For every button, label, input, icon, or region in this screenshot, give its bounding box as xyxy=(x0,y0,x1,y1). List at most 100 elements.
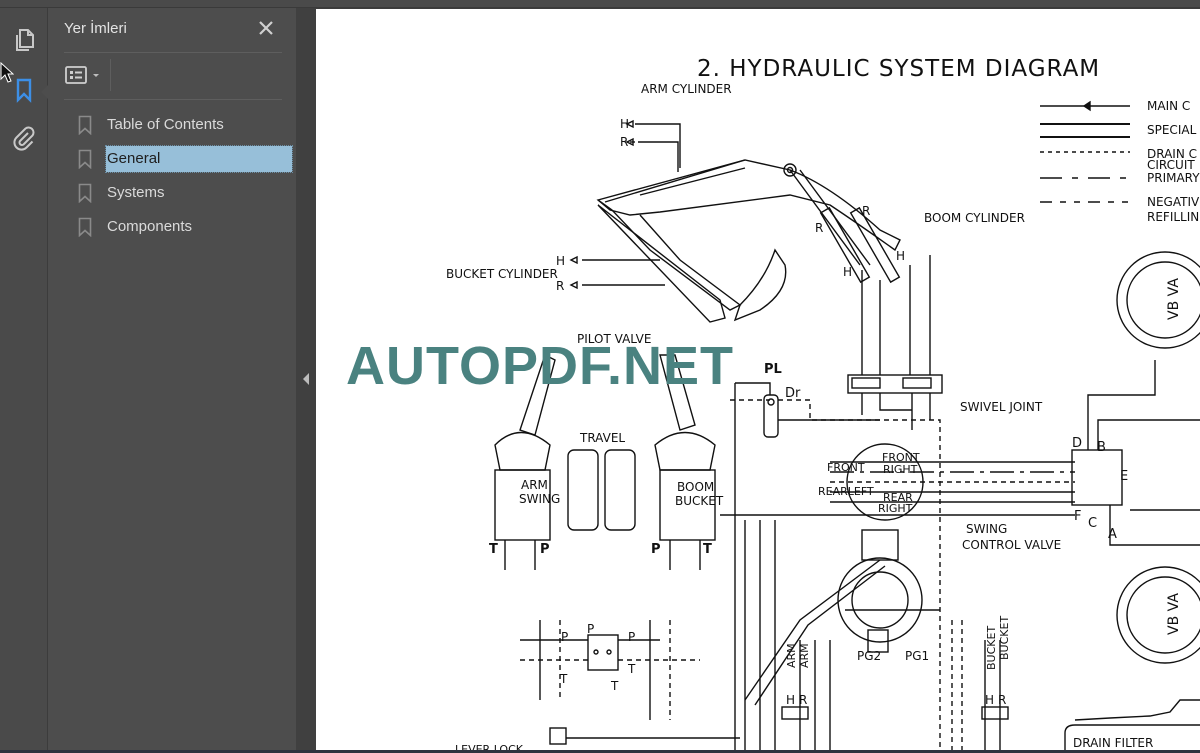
label-port-c: C xyxy=(1088,516,1097,531)
divider xyxy=(64,99,282,100)
navigation-rail xyxy=(0,8,49,753)
label-port-e: E xyxy=(1120,469,1128,484)
label-p: P xyxy=(561,630,568,644)
label-motor-tag: VB VA xyxy=(1166,593,1182,635)
label-rearleft: REARLEFT xyxy=(818,485,874,498)
label-pg1: PG1 xyxy=(905,649,929,663)
label-swing-control-valve: SWING xyxy=(966,522,1007,536)
collapse-panel-handle[interactable] xyxy=(296,8,316,753)
bookmark-item-general[interactable]: General xyxy=(78,142,293,176)
label-pilot-valve: PILOT VALVE xyxy=(577,332,651,346)
legend-label: NEGATIV xyxy=(1147,195,1200,209)
collapse-left-icon xyxy=(303,373,309,385)
chevron-down-icon xyxy=(93,74,99,77)
label-boom: BOOM xyxy=(677,480,714,494)
legend-lines xyxy=(1040,100,1130,203)
label-swivel-joint: SWIVEL JOINT xyxy=(960,400,1043,414)
divider xyxy=(110,59,111,91)
mouse-cursor-icon xyxy=(0,62,14,83)
legend-label: CIRCUIT xyxy=(1147,158,1195,172)
page-thumbnails-icon xyxy=(16,29,34,51)
label-r: R xyxy=(799,693,807,707)
label-bucket-cylinder: BUCKET CYLINDER xyxy=(446,267,558,281)
label-port-b: B xyxy=(1097,440,1106,455)
bookmark-icon xyxy=(78,217,92,237)
label-bucket: BUCKET xyxy=(985,626,998,670)
label-travel: TRAVEL xyxy=(579,431,625,445)
label-pg2: PG2 xyxy=(857,649,881,663)
panel-title: Yer İmleri xyxy=(64,20,127,37)
bookmark-label: Components xyxy=(107,218,193,235)
label-h: H xyxy=(620,117,629,131)
label-drain-filter: DRAIN FILTER xyxy=(1073,736,1153,750)
label-r: R xyxy=(620,135,628,149)
label-front: FRONT xyxy=(827,461,865,474)
label-t: T xyxy=(610,679,619,693)
label-p: P xyxy=(587,622,594,636)
bookmark-label: General xyxy=(105,145,293,173)
diagram-heading: 2. HYDRAULIC SYSTEM DIAGRAM xyxy=(697,56,1100,82)
label-port-d: D xyxy=(1072,436,1082,451)
bookmark-icon xyxy=(78,115,92,135)
bookmark-label: Table of Contents xyxy=(107,116,224,133)
label-motor-tag: VB VA xyxy=(1166,278,1182,320)
label-port-f: F xyxy=(1074,509,1081,524)
bookmark-icon xyxy=(78,149,92,169)
label-arm: ARM xyxy=(785,643,798,668)
label-arm: ARM xyxy=(521,478,548,492)
label-p: P xyxy=(628,630,635,644)
boom-pipes xyxy=(847,255,943,430)
label-r: R xyxy=(556,279,564,293)
bookmark-item-systems[interactable]: Systems xyxy=(78,176,292,210)
label-t: T xyxy=(703,542,712,557)
label-h: H xyxy=(556,254,565,268)
top-toolbar-strip xyxy=(0,0,1200,8)
label-right: RIGHT xyxy=(878,502,913,515)
label-r: R xyxy=(862,204,870,218)
attachments-button[interactable] xyxy=(8,122,40,154)
bookmark-options-dropdown[interactable] xyxy=(64,63,102,87)
label-arm-cylinder: ARM CYLINDER xyxy=(641,82,732,96)
label-bucket: BUCKET xyxy=(675,494,724,508)
bookmark-icon xyxy=(78,183,92,203)
pdf-page[interactable]: 2. HYDRAULIC SYSTEM DIAGRAM MAIN C SPECI… xyxy=(316,9,1200,753)
legend-label: REFILLIN xyxy=(1147,210,1199,224)
label-arm: ARM xyxy=(798,643,811,668)
label-h: H xyxy=(786,693,795,707)
legend-label: PRIMARY xyxy=(1147,171,1200,185)
label-bucket: BUCKET xyxy=(998,616,1011,660)
label-p: P xyxy=(651,542,661,557)
pilot-valves xyxy=(494,354,716,570)
list-options-icon xyxy=(65,66,87,84)
close-icon xyxy=(259,21,273,35)
page-thumbnails-button[interactable] xyxy=(8,24,40,56)
bookmark-list: Table of Contents General Systems Compon… xyxy=(78,108,293,244)
pipe-bundle xyxy=(744,520,1009,753)
label-t: T xyxy=(627,662,636,676)
label-swing: SWING xyxy=(519,492,560,506)
label-h: H xyxy=(843,265,852,279)
bookmark-label: Systems xyxy=(107,184,165,201)
label-t: T xyxy=(559,672,568,686)
attachment-icon xyxy=(13,126,35,151)
label-p: P xyxy=(540,542,550,557)
legend-label: MAIN C xyxy=(1147,99,1190,113)
divider xyxy=(64,52,282,53)
label-r: R xyxy=(998,693,1006,707)
label-port-a: A xyxy=(1108,527,1117,542)
bookmark-item-table-of-contents[interactable]: Table of Contents xyxy=(78,108,292,142)
close-panel-button[interactable] xyxy=(256,18,276,38)
label-h: H xyxy=(896,249,905,263)
bookmarks-panel: Yer İmleri Table of Contents General Sys… xyxy=(48,8,296,753)
label-h: H xyxy=(985,693,994,707)
label-right: RIGHT xyxy=(883,463,918,476)
label-pl: PL xyxy=(764,362,782,377)
hydraulic-diagram: 2. HYDRAULIC SYSTEM DIAGRAM MAIN C SPECI… xyxy=(446,56,1200,753)
label-t: T xyxy=(489,542,498,557)
label-dr: Dr xyxy=(785,386,801,401)
bookmark-item-components[interactable]: Components xyxy=(78,210,292,244)
bookmark-icon xyxy=(16,78,32,103)
label-r: R xyxy=(815,221,823,235)
excavator-arm-drawing xyxy=(569,119,901,323)
pl-valve xyxy=(730,382,941,753)
